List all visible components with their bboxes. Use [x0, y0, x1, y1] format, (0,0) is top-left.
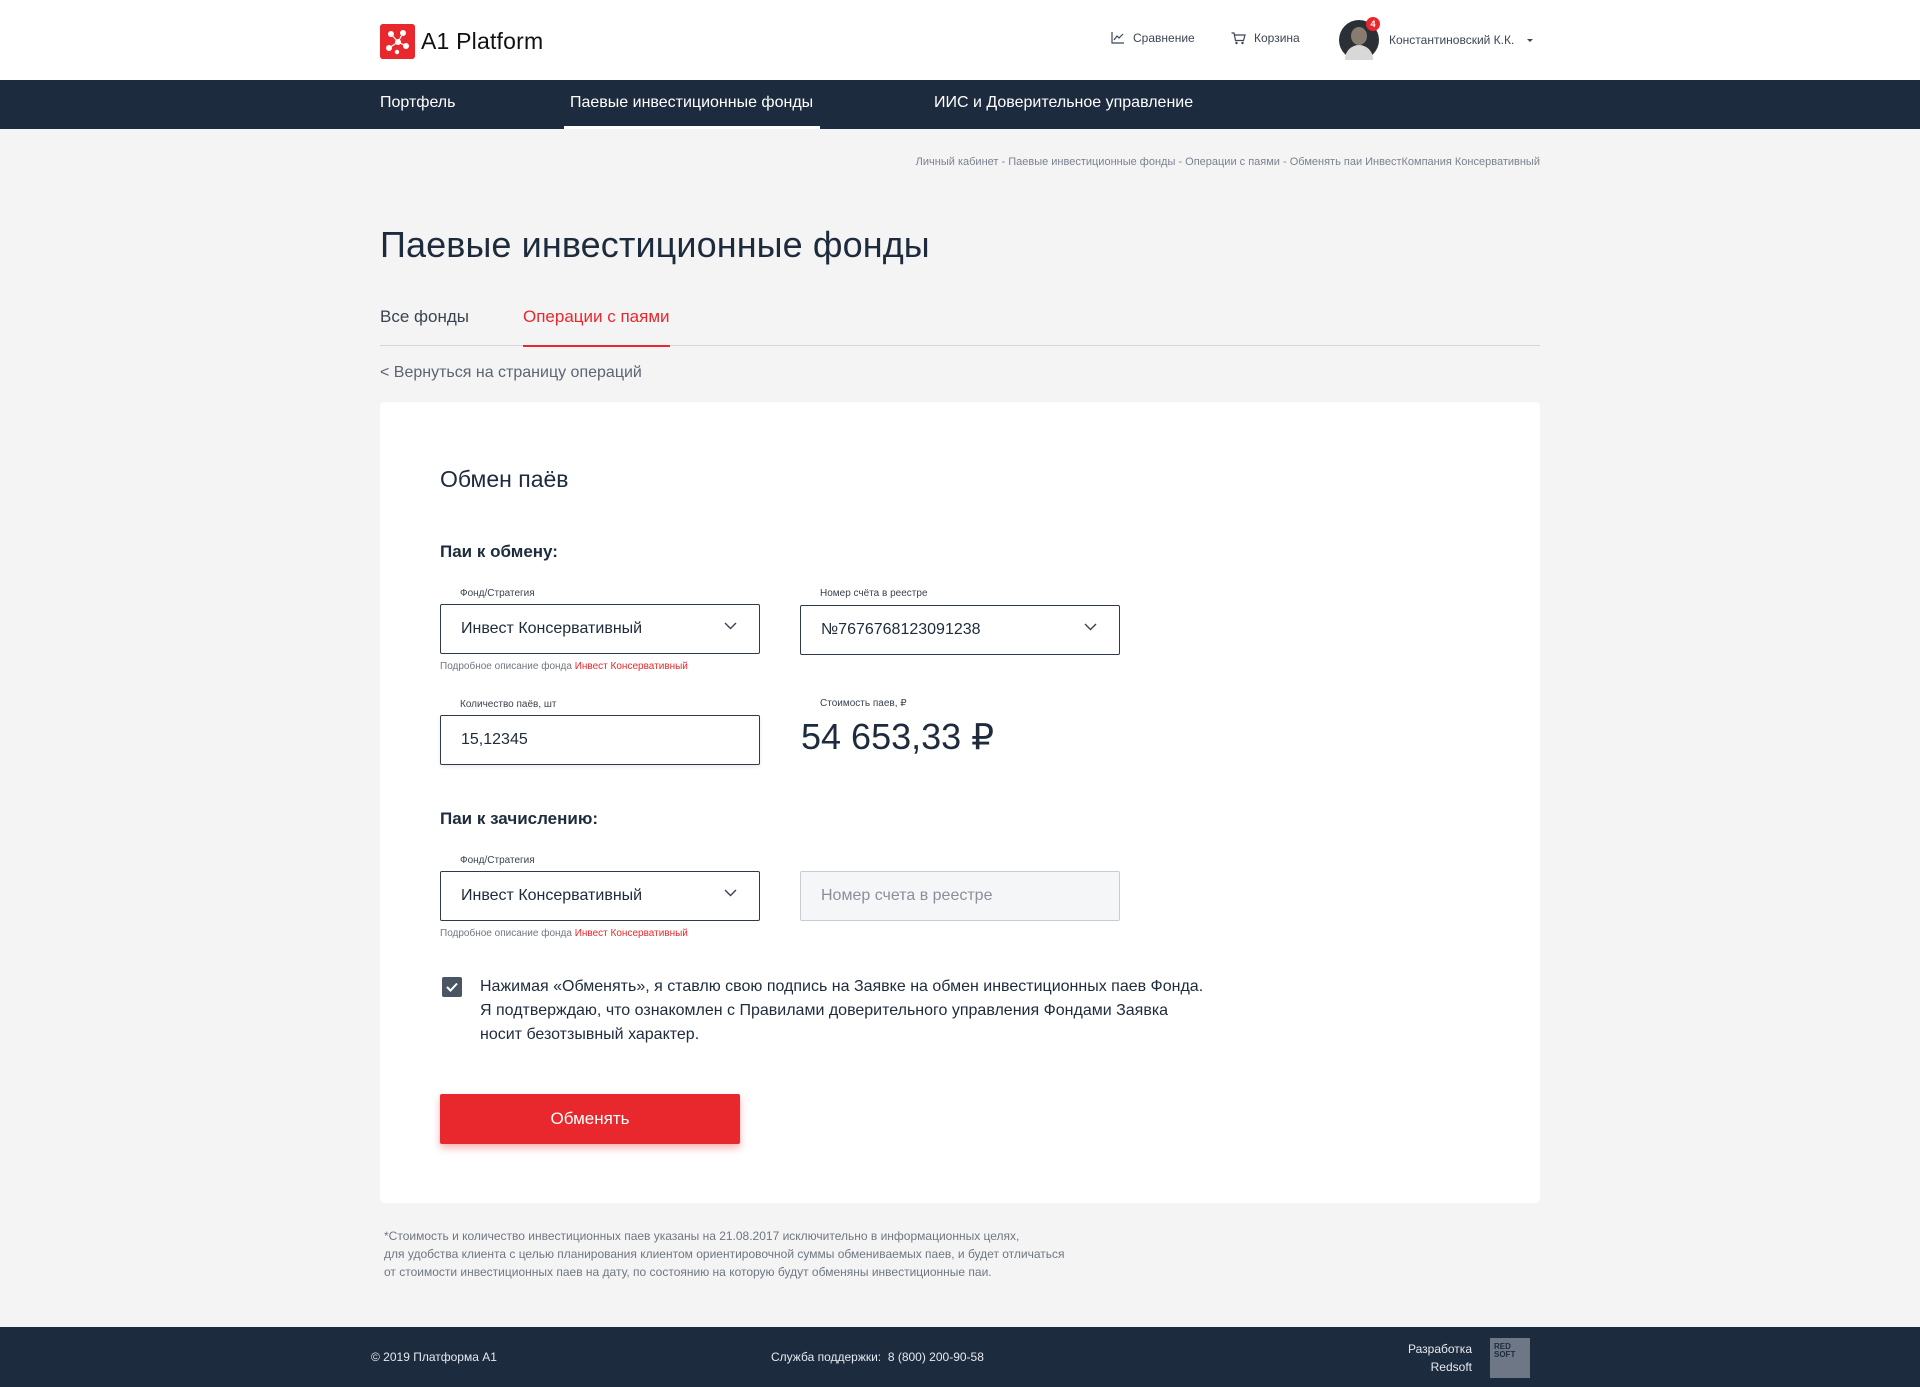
page-title: Паевые инвестиционные фонды [380, 224, 930, 265]
chevron-down-icon [724, 622, 737, 630]
disclaimer-footnote: *Стоимость и количество инвестиционных п… [384, 1227, 1144, 1281]
footnote-line-3: от стоимости инвестиционных паев на дату… [384, 1265, 992, 1279]
main-nav: Портфель Паевые инвестиционные фонды ИИС… [0, 80, 1920, 129]
caret-down-icon[interactable] [1527, 38, 1534, 42]
agree-line-1: Нажимая «Обменять», я ставлю свою подпис… [480, 978, 1204, 995]
credit-fund-label: Фонд/Стратегия [460, 855, 535, 866]
credit-fund-hint: Подробное описание фонда Инвест Консерва… [440, 928, 688, 939]
credit-hint-prefix: Подробное описание фонда [440, 928, 575, 939]
nav-item-iis-trust[interactable]: ИИС и Доверительное управление [934, 80, 1193, 129]
form-title: Обмен паёв [440, 466, 569, 492]
fund-select[interactable]: Инвест Консервативный [440, 604, 760, 654]
user-menu[interactable]: 4 Константиновский К.К. [1339, 17, 1534, 60]
nav-item-mutual-funds[interactable]: Паевые инвестиционные фонды [563, 80, 821, 129]
footnote-line-1: *Стоимость и количество инвестиционных п… [384, 1229, 1020, 1243]
agree-checkbox[interactable] [442, 977, 462, 997]
credit-account-placeholder: Номер счета в реестре [821, 887, 993, 904]
exchange-button[interactable]: Обменять [440, 1094, 740, 1144]
developer-credit: Разработка Redsoft [1380, 1340, 1472, 1376]
brand-name: A1 Platform [421, 27, 544, 54]
cost-label: Стоимость паев, ₽ [820, 698, 907, 709]
quantity-input[interactable]: 15,12345 [440, 715, 760, 765]
breadcrumb[interactable]: Личный кабинет - Паевые инвестиционные ф… [916, 156, 1540, 168]
avatar-head [1351, 27, 1367, 45]
support-phone[interactable]: 8 (800) 200-90-58 [888, 1350, 984, 1364]
credit-fund-select[interactable]: Инвест Консервативный [440, 871, 760, 921]
tab-unit-operations[interactable]: Операции с паями [523, 307, 670, 347]
compare-label: Сравнение [1133, 31, 1195, 45]
dev-line-2: Redsoft [1430, 1360, 1472, 1374]
avatar[interactable]: 4 [1339, 17, 1380, 60]
agree-line-2: Я подтверждаю, что ознакомлен с Правилам… [480, 1002, 1169, 1019]
user-name: Константиновский К.К. [1389, 33, 1515, 47]
cart-link[interactable]: Корзина [1231, 31, 1300, 45]
a1-logo-icon [380, 23, 415, 59]
credit-fund-value: Инвест Консервативный [461, 887, 643, 904]
support-label: Служба поддержки: [771, 1350, 882, 1364]
notification-badge[interactable]: 4 [1366, 17, 1380, 31]
fund-label: Фонд/Стратегия [460, 588, 535, 599]
chart-line-icon [1111, 32, 1124, 44]
tab-all-funds[interactable]: Все фонды [380, 307, 469, 346]
support-info: Служба поддержки: 8 (800) 200-90-58 [771, 1350, 984, 1364]
copyright: © 2019 Платформа А1 [371, 1350, 497, 1364]
footnote-line-2: для удобства клиента с целью планировани… [384, 1247, 1065, 1261]
compare-link[interactable]: Сравнение [1111, 31, 1195, 45]
quantity-label: Количество паёв, шт [460, 699, 557, 710]
tabs: Все фонды Операции с паями [380, 300, 1540, 347]
account-select-value: №7676768123091238 [821, 621, 981, 638]
brand-logo[interactable]: A1 Platform [380, 23, 543, 59]
fund-hint-link[interactable]: Инвест Консервативный [575, 661, 688, 672]
credit-account-input[interactable]: Номер счета в реестре [800, 871, 1120, 921]
cost-value: 54 653,33 ₽ [801, 716, 995, 757]
dev-line-1: Разработка [1408, 1342, 1472, 1356]
agree-text: Нажимая «Обменять», я ставлю свою подпис… [480, 975, 1240, 1047]
quantity-value: 15,12345 [461, 731, 528, 748]
fund-hint: Подробное описание фонда Инвест Консерва… [440, 661, 688, 672]
nav-item-portfolio[interactable]: Портфель [380, 80, 455, 129]
fund-select-value: Инвест Консервативный [461, 620, 643, 637]
credit-section-title: Паи к зачислению: [440, 809, 599, 828]
avatar-body [1345, 45, 1373, 60]
account-select[interactable]: №7676768123091238 [800, 605, 1120, 655]
fund-hint-prefix: Подробное описание фонда [440, 661, 575, 672]
agree-line-3: носит безотзывный характер. [480, 1026, 700, 1043]
exchange-section-title: Паи к обмену: [440, 542, 558, 561]
exchange-form-card: Обмен паёв Паи к обмену: Фонд/Стратегия … [380, 402, 1540, 1203]
checkmark-icon [446, 982, 458, 992]
account-label: Номер счёта в реестре [820, 588, 928, 599]
redsoft-logo[interactable]: RED SOFT [1490, 1338, 1530, 1378]
chevron-down-icon [724, 889, 737, 897]
redsoft-logo-line-2: SOFT [1494, 1350, 1516, 1359]
back-link[interactable]: < Вернуться на страницу операций [380, 364, 642, 382]
cart-icon [1231, 31, 1246, 44]
chevron-down-icon [1084, 623, 1097, 631]
footer: © 2019 Платформа А1 Служба поддержки: 8 … [0, 1327, 1920, 1387]
credit-hint-link[interactable]: Инвест Консервативный [575, 928, 688, 939]
cart-label: Корзина [1254, 31, 1300, 45]
top-header: A1 Platform Сравнение Корзина 4 Констант… [0, 0, 1920, 80]
